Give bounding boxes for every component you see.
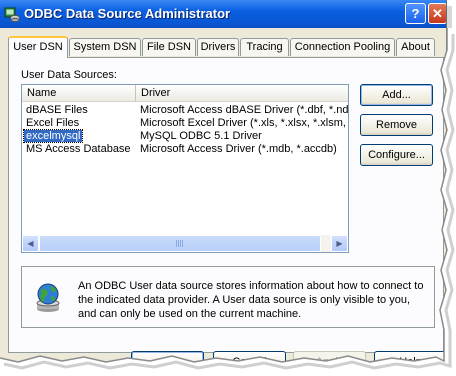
torn-edge-frame <box>0 28 456 376</box>
tab-user-dsn[interactable]: User DSN <box>8 36 68 58</box>
